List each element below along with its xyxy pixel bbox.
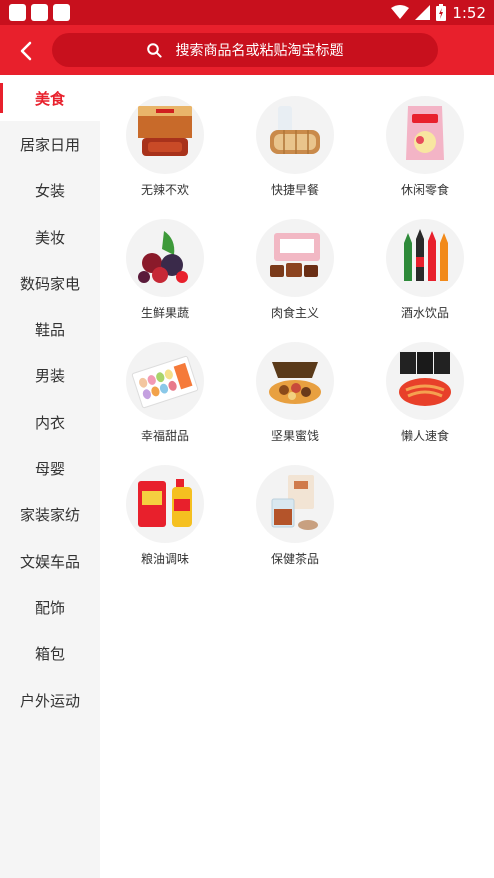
- rice-oil-icon: [126, 465, 204, 543]
- instant-noodles-icon: [386, 342, 464, 420]
- status-bar: 1:52: [0, 0, 494, 25]
- sidebar-item-household[interactable]: 居家日用: [0, 121, 100, 167]
- category-tile[interactable]: 保健茶品: [230, 465, 360, 568]
- sidebar-item-label: 男装: [34, 367, 65, 386]
- search-input[interactable]: 搜索商品名或粘贴淘宝标题: [52, 33, 438, 67]
- top-bar: 搜索商品名或粘贴淘宝标题: [0, 25, 494, 75]
- back-button[interactable]: [12, 37, 40, 65]
- category-tile[interactable]: 生鲜果蔬: [100, 219, 230, 322]
- category-label: 粮油调味: [140, 552, 189, 566]
- category-tile[interactable]: 休闲零食: [360, 96, 490, 199]
- category-label: 生鲜果蔬: [140, 306, 189, 320]
- chevron-left-icon: [20, 41, 32, 61]
- category-label: 保健茶品: [270, 552, 319, 566]
- spicy-snack-icon: [126, 96, 204, 174]
- category-label: 休闲零食: [400, 183, 449, 197]
- sidebar-item-food[interactable]: 美食: [0, 75, 100, 122]
- sidebar-item-label: 家装家纺: [19, 506, 80, 525]
- sidebar-item-label: 美妆: [34, 228, 65, 247]
- category-label: 酒水饮品: [400, 306, 449, 320]
- category-label: 坚果蜜饯: [270, 429, 319, 443]
- sidebar-item-shoes[interactable]: 鞋品: [0, 306, 100, 352]
- sidebar-item-bags[interactable]: 箱包: [0, 631, 100, 677]
- category-label: 快捷早餐: [270, 183, 319, 197]
- sidebar-item-label: 美食: [34, 89, 65, 108]
- category-label: 懒人速食: [400, 429, 449, 443]
- battery-icon: [436, 4, 447, 21]
- sidebar-item-baby[interactable]: 母婴: [0, 445, 100, 491]
- sidebar-item-label: 内衣: [34, 413, 65, 432]
- category-tile[interactable]: 酒水饮品: [360, 219, 490, 322]
- category-sidebar: 美食 居家日用 女装 美妆 数码家电 鞋品 男装 内衣 母婴 家装家纺 文娱车品…: [0, 75, 100, 878]
- sidebar-item-label: 女装: [34, 182, 65, 201]
- sidebar-item-electronics[interactable]: 数码家电: [0, 260, 100, 306]
- notification-icons: [9, 4, 70, 21]
- sidebar-item-entertainment-car[interactable]: 文娱车品: [0, 538, 100, 584]
- wifi-icon: [391, 5, 410, 19]
- notification-square-icon: [9, 4, 26, 21]
- clock: 1:52: [452, 3, 486, 22]
- signal-icon: [415, 5, 431, 20]
- sidebar-item-beauty[interactable]: 美妆: [0, 214, 100, 260]
- category-tile[interactable]: 肉食主义: [230, 219, 360, 322]
- tea-drink-icon: [256, 465, 334, 543]
- category-tile[interactable]: 粮油调味: [100, 465, 230, 568]
- sidebar-item-home-textiles[interactable]: 家装家纺: [0, 492, 100, 538]
- category-grid: 无辣不欢 快捷早餐 休闲零食 生鲜果蔬 肉食主义 酒水饮品 幸福甜品 坚果蜜饯 …: [100, 75, 494, 568]
- bread-milk-icon: [256, 96, 334, 174]
- category-label: 幸福甜品: [140, 429, 189, 443]
- sidebar-item-label: 文娱车品: [19, 552, 80, 571]
- category-tile[interactable]: 快捷早餐: [230, 96, 360, 199]
- category-tile[interactable]: 坚果蜜饯: [230, 342, 360, 445]
- nuts-gift-box-icon: [256, 342, 334, 420]
- sidebar-item-mens-clothing[interactable]: 男装: [0, 353, 100, 399]
- sidebar-item-label: 数码家电: [19, 274, 80, 293]
- sidebar-item-label: 母婴: [34, 460, 65, 479]
- braised-meat-icon: [256, 219, 334, 297]
- system-icons: 1:52: [391, 2, 486, 23]
- sidebar-item-underwear[interactable]: 内衣: [0, 399, 100, 445]
- search-icon: [146, 42, 162, 58]
- sidebar-item-label: 配饰: [34, 598, 65, 617]
- bottles-icon: [386, 219, 464, 297]
- sidebar-item-label: 鞋品: [34, 321, 65, 340]
- category-tile[interactable]: 无辣不欢: [100, 96, 230, 199]
- sidebar-item-label: 居家日用: [19, 135, 80, 154]
- category-tile[interactable]: 幸福甜品: [100, 342, 230, 445]
- sidebar-item-womens-clothing[interactable]: 女装: [0, 168, 100, 214]
- berries-icon: [126, 219, 204, 297]
- sidebar-item-outdoor[interactable]: 户外运动: [0, 677, 100, 723]
- chips-bag-icon: [386, 96, 464, 174]
- notification-square-icon: [31, 4, 48, 21]
- sidebar-item-label: 户外运动: [19, 691, 80, 710]
- sidebar-item-accessories[interactable]: 配饰: [0, 584, 100, 630]
- search-placeholder: 搜索商品名或粘贴淘宝标题: [175, 43, 344, 59]
- category-label: 肉食主义: [270, 306, 319, 320]
- category-tile[interactable]: 懒人速食: [360, 342, 490, 445]
- category-label: 无辣不欢: [140, 183, 189, 197]
- sidebar-item-label: 箱包: [34, 645, 65, 664]
- notification-square-icon: [53, 4, 70, 21]
- macaron-box-icon: [126, 342, 204, 420]
